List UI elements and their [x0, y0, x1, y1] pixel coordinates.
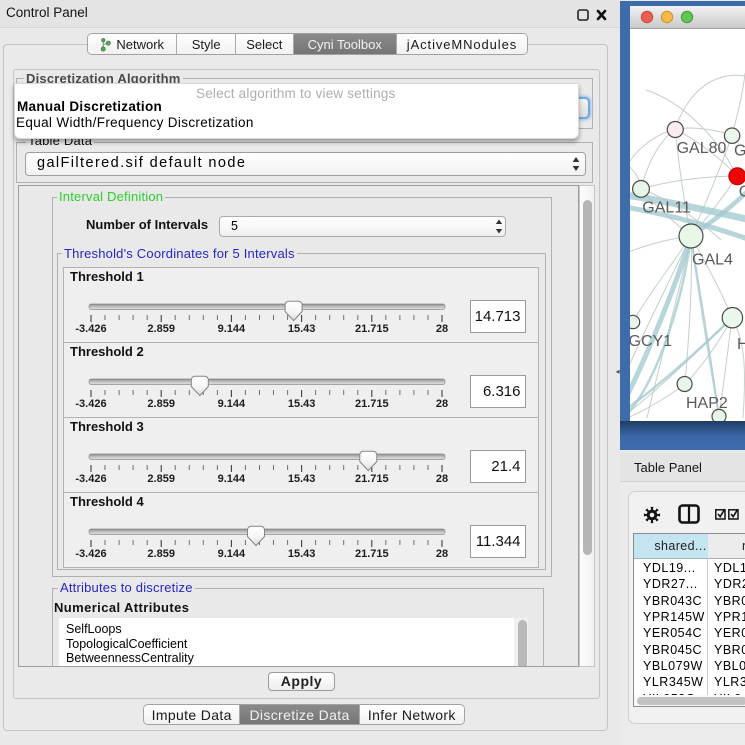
svg-text:HAP2: HAP2: [686, 395, 728, 412]
svg-text:GCY1: GCY1: [630, 333, 672, 350]
svg-text:GAL11: GAL11: [642, 200, 691, 217]
svg-text:GAL4: GAL4: [692, 252, 733, 269]
svg-text:H: H: [737, 336, 745, 353]
svg-text:CY: CY: [739, 184, 745, 201]
svg-text:GA: GA: [734, 143, 745, 160]
svg-text:GAL80: GAL80: [677, 140, 727, 157]
